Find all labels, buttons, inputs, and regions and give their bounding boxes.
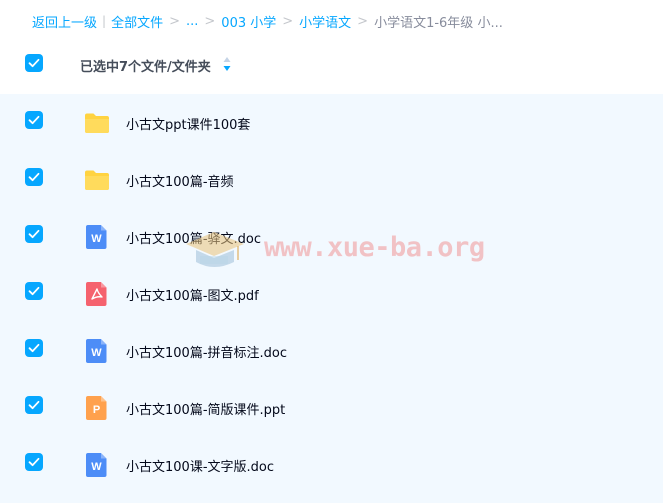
breadcrumb-ellipsis-link[interactable]: ...	[186, 14, 198, 29]
chevron-right-icon: >	[357, 13, 369, 29]
checkmark-icon	[28, 115, 40, 125]
breadcrumb-all-files-link[interactable]: 全部文件	[111, 12, 163, 31]
breadcrumb-back-link[interactable]: 返回上一级	[32, 12, 97, 31]
checkmark-icon	[28, 400, 40, 410]
file-row[interactable]: W 小古文100篇-驿文.doc	[0, 208, 663, 265]
file-checkbox[interactable]	[25, 111, 43, 129]
chevron-right-icon: >	[204, 13, 216, 29]
file-row[interactable]: W 小古文100课-文字版.doc	[0, 436, 663, 493]
checkmark-icon	[28, 286, 40, 296]
file-row[interactable]: 小古文100篇-图文.pdf	[0, 265, 663, 322]
file-name[interactable]: 小古文100课-文字版.doc	[126, 456, 274, 475]
checkmark-icon	[28, 343, 40, 353]
file-browser: 返回上一级 | 全部文件 > ... > 003 小学 > 小学语文 > 小学语…	[0, 0, 663, 503]
breadcrumb: 返回上一级 | 全部文件 > ... > 003 小学 > 小学语文 > 小学语…	[32, 11, 503, 31]
file-row[interactable]: P 小古文100篇-简版课件.ppt	[0, 379, 663, 436]
file-row[interactable]: W 小古文100篇-拼音标注.doc	[0, 322, 663, 379]
checkmark-icon	[28, 172, 40, 182]
file-name[interactable]: 小古文100篇-拼音标注.doc	[126, 342, 287, 361]
file-name[interactable]: 小古文100篇-简版课件.ppt	[126, 399, 285, 418]
word-doc-icon: W	[86, 339, 107, 363]
folder-icon	[85, 113, 109, 133]
file-row[interactable]: 小古文ppt课件100套	[0, 94, 663, 151]
svg-text:W: W	[91, 461, 102, 473]
file-checkbox[interactable]	[25, 453, 43, 471]
checkmark-icon	[28, 457, 40, 467]
chevron-right-icon: >	[169, 13, 180, 29]
file-checkbox[interactable]	[25, 396, 43, 414]
word-doc-icon: W	[86, 225, 107, 249]
checkmark-icon	[28, 58, 40, 68]
select-all-checkbox[interactable]	[25, 54, 43, 72]
file-checkbox[interactable]	[25, 168, 43, 186]
svg-text:W: W	[91, 347, 102, 359]
word-doc-icon: W	[86, 453, 107, 477]
file-row[interactable]: 小古文100篇-音频	[0, 151, 663, 208]
breadcrumb-divider: |	[102, 14, 107, 28]
breadcrumb-current: 小学语文1-6年级 小...	[374, 15, 503, 31]
sort-icon[interactable]	[222, 56, 232, 72]
file-name[interactable]: 小古文ppt课件100套	[126, 114, 250, 133]
file-name[interactable]: 小古文100篇-音频	[126, 171, 234, 190]
file-checkbox[interactable]	[25, 225, 43, 243]
svg-text:P: P	[93, 404, 100, 416]
selection-count-label: 已选中7个文件/文件夹	[80, 60, 211, 75]
file-name[interactable]: 小古文100篇-驿文.doc	[126, 228, 261, 247]
pdf-icon	[86, 282, 107, 306]
breadcrumb-level2-link[interactable]: 小学语文	[299, 12, 351, 31]
file-checkbox[interactable]	[25, 282, 43, 300]
folder-icon	[85, 170, 109, 190]
list-header: 已选中7个文件/文件夹	[0, 50, 663, 78]
file-checkbox[interactable]	[25, 339, 43, 357]
chevron-right-icon: >	[282, 13, 294, 29]
svg-text:W: W	[91, 233, 102, 245]
ppt-icon: P	[86, 396, 107, 420]
breadcrumb-level1-link[interactable]: 003 小学	[221, 12, 276, 31]
file-list: 小古文ppt课件100套 小古文100篇-音频 W 小古文100篇-驿文.doc 小古文…	[0, 94, 663, 503]
file-name[interactable]: 小古文100篇-图文.pdf	[126, 285, 259, 304]
checkmark-icon	[28, 229, 40, 239]
